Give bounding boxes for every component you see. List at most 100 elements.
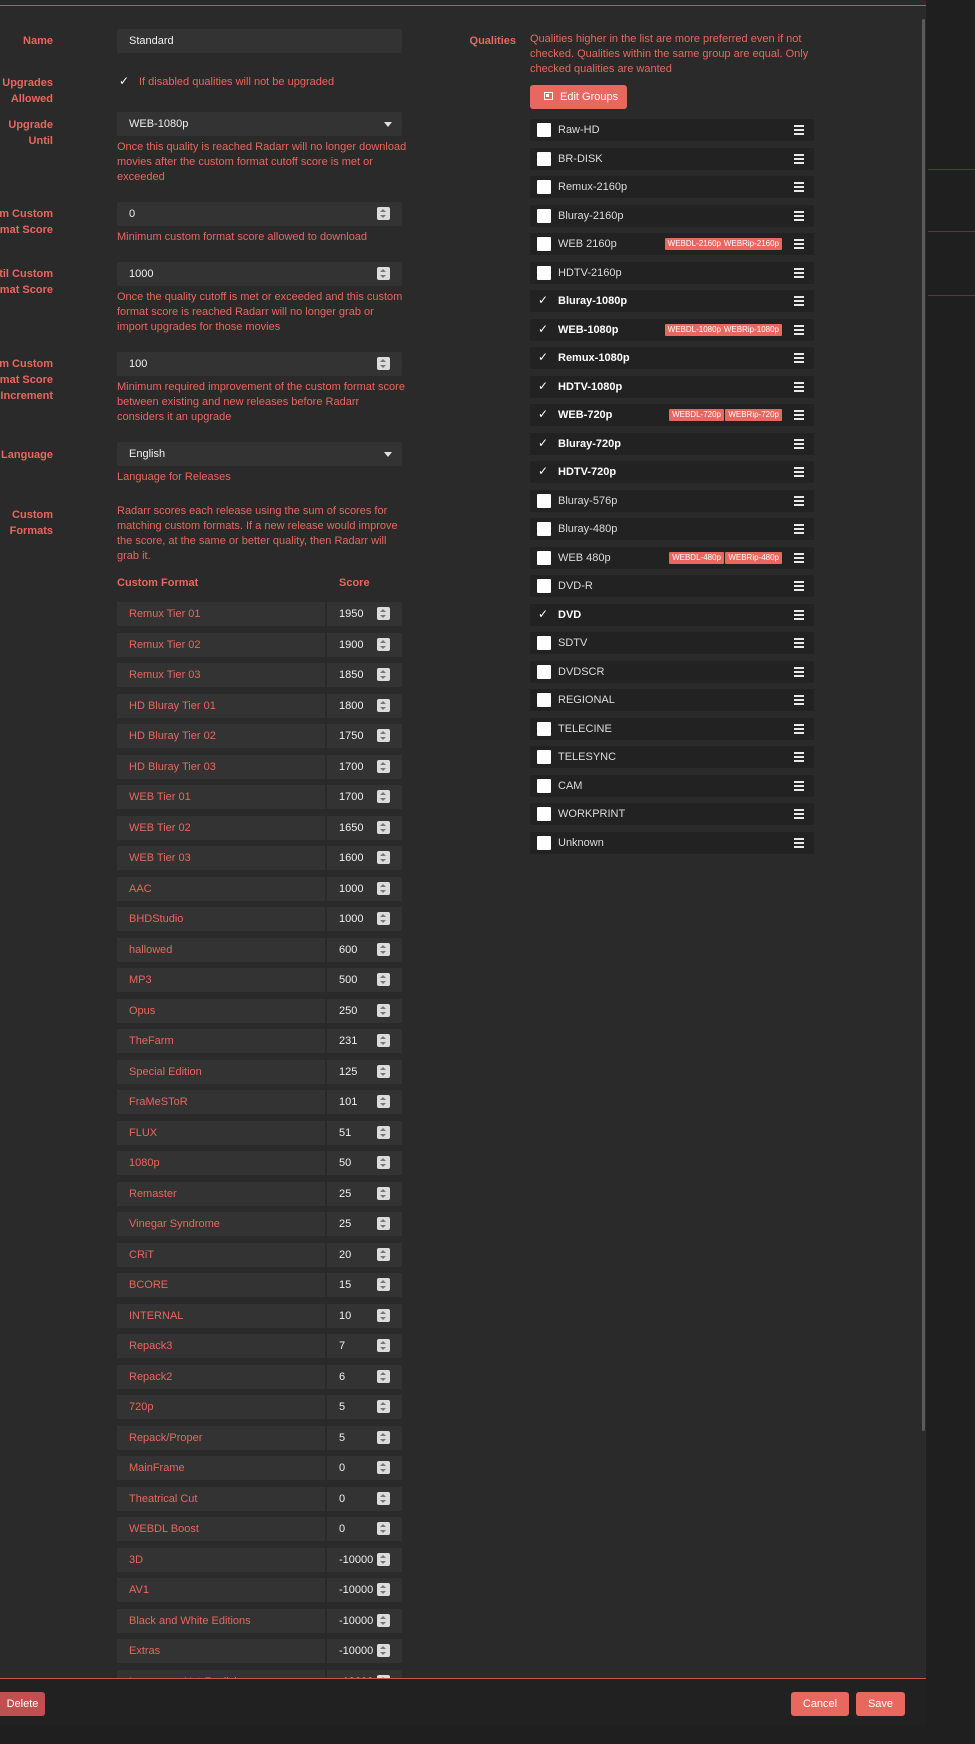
number-spinner-icon[interactable] xyxy=(377,1095,390,1108)
check-icon[interactable]: ✓ xyxy=(538,435,548,451)
custom-format-score-input[interactable]: 0 xyxy=(327,1456,402,1480)
number-spinner-icon[interactable] xyxy=(377,1613,390,1627)
custom-format-score-input[interactable]: 600 xyxy=(327,937,402,962)
number-spinner-icon[interactable] xyxy=(377,1369,390,1383)
custom-format-score-input[interactable]: 5 xyxy=(327,1425,402,1450)
custom-format-score-input[interactable]: 1950 xyxy=(327,602,402,626)
quality-row[interactable]: TELESYNC xyxy=(530,746,814,768)
check-icon[interactable]: ✓ xyxy=(538,463,548,479)
quality-row[interactable]: DVD-R xyxy=(530,575,814,597)
quality-row[interactable]: WEB 2160p WEBRip-2160p WEBDL-2160p xyxy=(530,233,814,255)
number-spinner-icon[interactable] xyxy=(377,1156,390,1169)
delete-button[interactable]: Delete xyxy=(0,1692,45,1716)
drag-handle-icon[interactable] xyxy=(794,752,804,762)
number-spinner-icon[interactable] xyxy=(377,820,390,834)
number-spinner-icon[interactable] xyxy=(377,1217,390,1230)
custom-format-score-input[interactable]: 51 xyxy=(327,1120,402,1145)
custom-format-score-input[interactable]: 1900 xyxy=(327,632,402,657)
number-spinner-icon[interactable] xyxy=(377,607,390,620)
custom-format-score-input[interactable]: -10000 xyxy=(327,1547,402,1572)
drag-handle-icon[interactable] xyxy=(794,609,804,620)
quality-checkbox[interactable] xyxy=(537,493,551,508)
custom-format-score-input[interactable]: 15 xyxy=(327,1273,402,1297)
custom-format-score-input[interactable]: 50 xyxy=(327,1151,402,1175)
quality-row[interactable]: TELECINE xyxy=(530,717,814,740)
number-spinner-icon[interactable] xyxy=(377,1400,390,1413)
number-spinner-icon[interactable] xyxy=(377,1125,390,1139)
quality-row[interactable]: Bluray-2160p xyxy=(530,204,814,227)
quality-checkbox[interactable] xyxy=(537,835,551,850)
custom-format-score-input[interactable]: 0 xyxy=(327,1486,402,1511)
drag-handle-icon[interactable] xyxy=(794,410,804,420)
custom-format-score-input[interactable]: 25 xyxy=(327,1212,402,1236)
custom-format-score-input[interactable]: 1750 xyxy=(327,724,402,748)
quality-row[interactable]: DVDSCR xyxy=(530,660,814,683)
custom-format-score-input[interactable]: 5 xyxy=(327,1395,402,1419)
drag-handle-icon[interactable] xyxy=(794,438,804,449)
quality-row[interactable]: ✓ Bluray-720p xyxy=(530,432,814,455)
custom-format-score-input[interactable]: 1000 xyxy=(327,876,402,901)
upgrade-until-select[interactable]: WEB-1080p xyxy=(117,112,402,136)
number-spinner-icon[interactable] xyxy=(377,973,390,986)
drag-handle-icon[interactable] xyxy=(794,809,804,819)
check-icon[interactable]: ✓ xyxy=(538,349,548,365)
quality-row[interactable]: ✓ Bluray-1080p xyxy=(530,290,814,312)
quality-row[interactable]: ✓ WEB-720p WEBRip-720p WEBDL-720p xyxy=(530,404,814,426)
drag-handle-icon[interactable] xyxy=(794,780,804,791)
drag-handle-icon[interactable] xyxy=(794,467,804,477)
number-spinner-icon[interactable] xyxy=(377,1430,390,1444)
custom-format-score-input[interactable]: 1600 xyxy=(327,846,402,870)
number-spinner-icon[interactable] xyxy=(377,759,390,773)
min-custom-format-score-increment-input[interactable]: 100 xyxy=(117,352,402,376)
quality-row[interactable]: ✓ HDTV-720p xyxy=(530,461,814,483)
custom-format-score-input[interactable]: 6 xyxy=(327,1364,402,1389)
number-spinner-icon[interactable] xyxy=(377,1522,390,1535)
quality-row[interactable]: ✓ WEB-1080p WEBRip-1080p WEBDL-1080p xyxy=(530,318,814,341)
number-spinner-icon[interactable] xyxy=(377,267,390,280)
quality-checkbox[interactable] xyxy=(537,636,551,650)
drag-handle-icon[interactable] xyxy=(794,125,804,135)
number-spinner-icon[interactable] xyxy=(377,1064,390,1078)
number-spinner-icon[interactable] xyxy=(377,1644,390,1657)
quality-checkbox[interactable] xyxy=(537,750,551,764)
custom-format-score-input[interactable]: 250 xyxy=(327,998,402,1023)
drag-handle-icon[interactable] xyxy=(794,581,804,591)
custom-format-score-input[interactable]: 1650 xyxy=(327,815,402,840)
quality-row[interactable]: BR-DISK xyxy=(530,147,814,170)
custom-format-score-input[interactable]: 500 xyxy=(327,968,402,992)
quality-row[interactable]: CAM xyxy=(530,774,814,797)
custom-format-score-input[interactable]: 1850 xyxy=(327,663,402,687)
scrollbar[interactable] xyxy=(922,19,925,1431)
number-spinner-icon[interactable] xyxy=(377,1034,390,1047)
quality-row[interactable]: Bluray-576p xyxy=(530,489,814,512)
quality-row[interactable]: Raw-HD xyxy=(530,119,814,141)
quality-checkbox[interactable] xyxy=(537,778,551,793)
custom-format-score-input[interactable]: 1800 xyxy=(327,693,402,718)
drag-handle-icon[interactable] xyxy=(794,723,804,734)
edit-groups-button[interactable]: Edit Groups xyxy=(530,85,627,109)
upgrade-until-custom-format-score-input[interactable]: 1000 xyxy=(117,262,402,286)
number-spinner-icon[interactable] xyxy=(377,1186,390,1200)
number-spinner-icon[interactable] xyxy=(377,1491,390,1505)
custom-format-score-input[interactable]: 1700 xyxy=(327,785,402,809)
number-spinner-icon[interactable] xyxy=(377,1278,390,1291)
quality-checkbox[interactable] xyxy=(537,123,551,137)
custom-format-score-input[interactable]: -10000 xyxy=(327,1608,402,1633)
quality-row[interactable]: REGIONAL xyxy=(530,689,814,711)
drag-handle-icon[interactable] xyxy=(794,239,804,249)
custom-format-score-input[interactable]: 25 xyxy=(327,1181,402,1206)
drag-handle-icon[interactable] xyxy=(794,524,804,534)
number-spinner-icon[interactable] xyxy=(377,790,390,803)
number-spinner-icon[interactable] xyxy=(377,207,390,220)
drag-handle-icon[interactable] xyxy=(794,153,804,164)
quality-row[interactable]: ✓ HDTV-1080p xyxy=(530,375,814,398)
custom-format-score-input[interactable]: 125 xyxy=(327,1059,402,1084)
drag-handle-icon[interactable] xyxy=(794,552,804,563)
number-spinner-icon[interactable] xyxy=(377,357,390,370)
drag-handle-icon[interactable] xyxy=(794,695,804,705)
number-spinner-icon[interactable] xyxy=(377,1339,390,1352)
quality-row[interactable]: ✓ DVD xyxy=(530,603,814,626)
language-select[interactable]: English xyxy=(117,442,402,466)
drag-handle-icon[interactable] xyxy=(794,638,804,648)
custom-format-score-input[interactable]: 231 xyxy=(327,1029,402,1053)
